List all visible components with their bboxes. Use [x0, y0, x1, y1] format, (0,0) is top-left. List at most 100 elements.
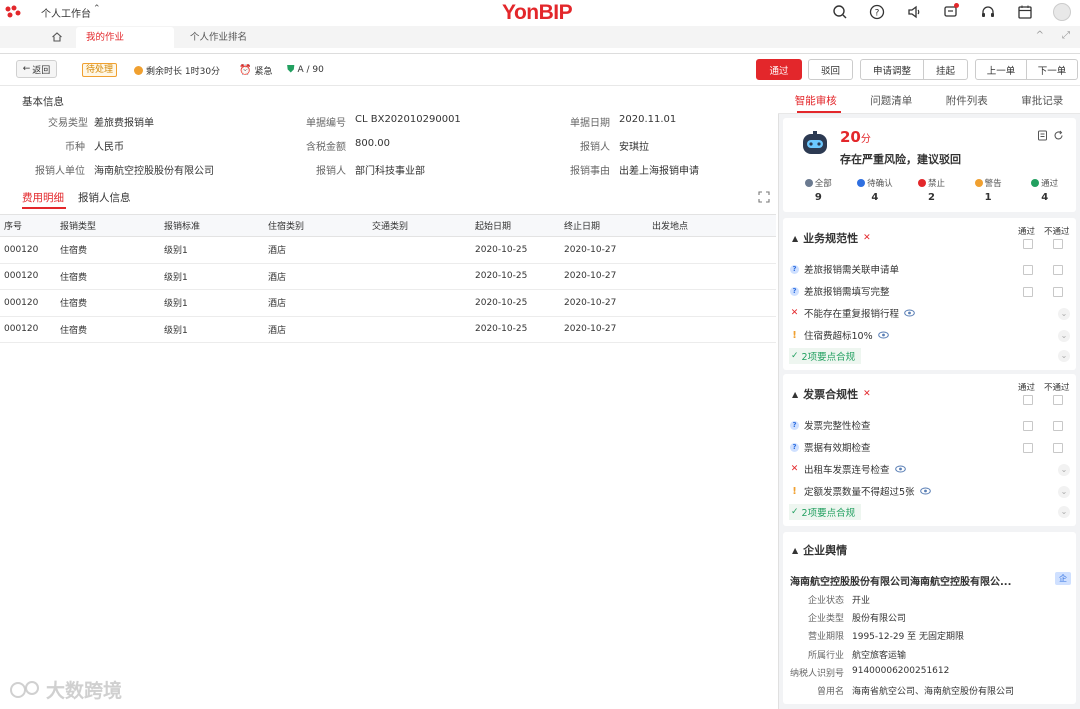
table-cell — [368, 263, 471, 290]
company-name[interactable]: 海南航空控股股份有限公司海南航空控股有限公... — [790, 573, 1040, 588]
eye-icon[interactable] — [904, 309, 915, 317]
tab-approval-records[interactable]: 审批记录 — [1005, 86, 1080, 113]
brand-logo: YonBIP — [502, 1, 573, 24]
pass-checkbox[interactable] — [1023, 421, 1033, 431]
stat-icon — [857, 179, 866, 187]
fail-checkbox[interactable] — [1053, 421, 1063, 431]
table-cell: 住宿费 — [56, 316, 160, 343]
rule-item[interactable]: ? 差旅报销需填写完整 — [790, 284, 890, 298]
fail-checkbox-all[interactable] — [1053, 239, 1063, 249]
pass-checkbox[interactable] — [1023, 265, 1033, 275]
tab-smart-audit[interactable]: 智能审核 — [778, 86, 854, 113]
company-field-label: 营业期限 — [807, 632, 844, 643]
collapse-icon[interactable]: ^ — [1036, 30, 1044, 41]
field-value: 出差上海报销申请 — [619, 166, 699, 177]
chevron-down-icon[interactable]: ⌄ — [1058, 308, 1070, 320]
column-header[interactable]: 序号 — [0, 214, 56, 237]
tab-work-ranking[interactable]: 个人作业排名 — [180, 27, 280, 48]
pass-checkbox[interactable] — [1023, 443, 1033, 453]
home-icon[interactable] — [40, 26, 74, 48]
help-icon[interactable]: ? — [858, 0, 895, 24]
column-header[interactable]: 报销类型 — [56, 214, 160, 237]
column-header[interactable]: 终止日期 — [560, 214, 648, 237]
table-row[interactable]: 000120 住宿费 级别1 酒店 2020-10-25 2020-10-27 — [0, 236, 776, 264]
chevron-down-icon[interactable]: ⌄ — [1058, 506, 1070, 518]
next-button[interactable]: 下一单 — [1026, 59, 1078, 80]
chevron-down-icon[interactable]: ⌄ — [1058, 350, 1070, 362]
chevron-down-icon[interactable]: ⌄ — [1058, 330, 1070, 342]
column-header[interactable]: 出发地点 — [648, 214, 776, 237]
pass-checkbox[interactable] — [1023, 287, 1033, 297]
refresh-icon[interactable] — [1053, 130, 1064, 141]
app-logo-icon[interactable] — [4, 4, 22, 20]
rule-item[interactable]: ? 票据有效期检查 — [790, 440, 871, 454]
col-fail: 不通过 — [1044, 383, 1070, 393]
fail-checkbox-all[interactable] — [1053, 395, 1063, 405]
chevron-down-icon[interactable]: ⌄ — [1058, 464, 1070, 476]
table-cell — [368, 316, 471, 343]
caret-down-icon: ▲ — [792, 389, 799, 399]
column-header[interactable]: 交通类别 — [368, 214, 471, 237]
rule-text: 不能存在重复报销行程 — [804, 309, 900, 320]
reject-button[interactable]: 驳回 — [808, 59, 853, 80]
calendar-icon[interactable] — [1006, 0, 1043, 24]
stat-item[interactable]: 待确认 4 — [847, 177, 904, 203]
tab-my-work[interactable]: 我的作业 — [76, 27, 174, 48]
fail-checkbox[interactable] — [1053, 265, 1063, 275]
table-row[interactable]: 000120 住宿费 级别1 酒店 2020-10-25 2020-10-27 — [0, 289, 776, 317]
tab-expense-detail[interactable]: 费用明细 — [22, 190, 64, 205]
chevron-down-icon[interactable]: ⌄ — [1058, 486, 1070, 498]
pass-checkbox-all[interactable] — [1023, 395, 1033, 405]
table-row[interactable]: 000120 住宿费 级别1 酒店 2020-10-25 2020-10-27 — [0, 316, 776, 343]
stat-item[interactable]: 禁止 2 — [903, 177, 960, 203]
fail-checkbox[interactable] — [1053, 287, 1063, 297]
back-button[interactable]: ← 返回 — [16, 60, 57, 78]
pass-button[interactable]: 通过 — [756, 59, 802, 80]
pass-checkbox-all[interactable] — [1023, 239, 1033, 249]
suspend-button[interactable]: 挂起 — [923, 59, 968, 80]
user-avatar[interactable] — [1043, 0, 1080, 24]
compliant-summary[interactable]: ✓ 2项要点合规 — [789, 504, 862, 520]
message-icon[interactable] — [932, 0, 969, 24]
top-bar: 个人工作台 ⌃ YonBIP ? — [0, 0, 1080, 26]
rule-item[interactable]: ✕ 不能存在重复报销行程 — [790, 306, 915, 320]
tab-issue-list[interactable]: 问题清单 — [854, 86, 930, 113]
fullscreen-icon[interactable]: ⤢ — [1062, 30, 1070, 41]
section-header[interactable]: ▲ 发票合规性 ✕ — [792, 386, 871, 402]
tab-claimant-info[interactable]: 报销人信息 — [78, 190, 131, 205]
table-cell: 级别1 — [160, 289, 264, 317]
stat-item[interactable]: 警告 1 — [960, 177, 1017, 203]
table-cell: 住宿费 — [56, 263, 160, 290]
company-badge[interactable]: 企 — [1055, 572, 1071, 585]
company-section-header[interactable]: ▲ 企业舆情 — [792, 542, 847, 558]
table-cell — [368, 236, 471, 264]
headset-icon[interactable] — [969, 0, 1006, 24]
rule-item[interactable]: ✕ 出租车发票连号检查 — [790, 462, 906, 476]
column-header[interactable]: 起始日期 — [471, 214, 560, 237]
adjust-button[interactable]: 申请调整 — [860, 59, 924, 80]
chevron-up-icon[interactable]: ⌃ — [93, 4, 101, 14]
compliant-summary[interactable]: ✓ 2项要点合规 — [789, 348, 862, 364]
rule-item[interactable]: ! 住宿费超标10% — [790, 328, 889, 342]
column-header[interactable]: 报销标准 — [160, 214, 264, 237]
stat-item[interactable]: 通过 4 — [1016, 177, 1073, 203]
section-header[interactable]: ▲ 业务规范性 ✕ — [792, 230, 871, 246]
table-cell: 2020-10-27 — [560, 316, 648, 343]
eye-icon[interactable] — [894, 465, 906, 473]
table-row[interactable]: 000120 住宿费 级别1 酒店 2020-10-25 2020-10-27 — [0, 263, 776, 290]
rule-item[interactable]: ? 发票完整性检查 — [790, 418, 871, 432]
rule-item[interactable]: ! 定额发票数量不得超过5张 — [790, 484, 931, 498]
rule-item[interactable]: ? 差旅报销需关联申请单 — [790, 262, 899, 276]
column-header[interactable]: 住宿类别 — [264, 214, 368, 237]
eye-icon[interactable] — [877, 331, 889, 339]
search-icon[interactable] — [821, 0, 858, 24]
eye-icon[interactable] — [919, 487, 931, 495]
prev-button[interactable]: 上一单 — [975, 59, 1027, 80]
workspace-title[interactable]: 个人工作台 — [41, 5, 91, 20]
expand-icon[interactable] — [758, 191, 770, 203]
tab-attachments[interactable]: 附件列表 — [929, 86, 1005, 113]
speaker-icon[interactable] — [895, 0, 932, 24]
stat-item[interactable]: 全部 9 — [790, 177, 847, 203]
document-icon[interactable] — [1037, 130, 1048, 141]
fail-checkbox[interactable] — [1053, 443, 1063, 453]
